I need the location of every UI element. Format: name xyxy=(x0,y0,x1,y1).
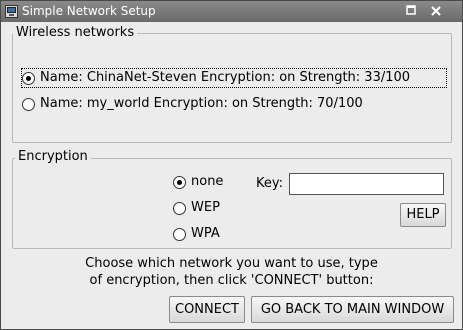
encryption-option-none[interactable]: none xyxy=(173,173,243,191)
instructions-text: Choose which network you want to use, ty… xyxy=(13,255,450,289)
encryption-radio-none[interactable] xyxy=(173,176,186,189)
network-radio-chinanet[interactable] xyxy=(22,72,35,85)
encryption-label-wep: WEP xyxy=(191,200,220,215)
help-button[interactable]: HELP xyxy=(400,203,446,227)
network-radio-my-world[interactable] xyxy=(22,98,35,111)
wireless-networks-label: Wireless networks xyxy=(13,25,138,41)
network-label-chinanet: Name: ChinaNet-Steven Encryption: on Str… xyxy=(40,70,411,85)
title-bar[interactable]: Simple Network Setup xyxy=(1,1,462,22)
restore-icon[interactable] xyxy=(403,4,419,19)
network-setup-window: Simple Network Setup Wireless networks N… xyxy=(0,0,463,330)
window-title: Simple Network Setup xyxy=(22,4,156,18)
encryption-radio-wpa[interactable] xyxy=(173,228,186,241)
network-icon xyxy=(5,5,18,18)
network-option-my-world[interactable]: Name: my_world Encryption: on Strength: … xyxy=(22,95,446,113)
encryption-option-wpa[interactable]: WPA xyxy=(173,225,243,243)
key-label: Key: xyxy=(256,176,284,191)
back-to-main-button[interactable]: GO BACK TO MAIN WINDOW xyxy=(251,296,454,323)
help-button-label: HELP xyxy=(406,207,440,222)
close-icon[interactable] xyxy=(428,4,444,19)
instructions-line-1: Choose which network you want to use, ty… xyxy=(85,256,378,271)
encryption-label-none: none xyxy=(191,174,224,189)
network-label-my-world: Name: my_world Encryption: on Strength: … xyxy=(40,96,363,111)
encryption-label-wpa: WPA xyxy=(191,226,220,241)
encryption-radio-wep[interactable] xyxy=(173,202,186,215)
wireless-networks-group xyxy=(12,33,452,143)
connect-button-label: CONNECT xyxy=(175,301,239,317)
key-input[interactable] xyxy=(289,173,444,195)
encryption-label: Encryption xyxy=(15,149,91,165)
network-option-chinanet[interactable]: Name: ChinaNet-Steven Encryption: on Str… xyxy=(21,68,447,88)
encryption-option-wep[interactable]: WEP xyxy=(173,199,243,217)
instructions-line-2: of encryption, then click 'CONNECT' butt… xyxy=(89,273,374,288)
connect-button[interactable]: CONNECT xyxy=(169,296,245,323)
back-to-main-button-label: GO BACK TO MAIN WINDOW xyxy=(260,301,445,317)
